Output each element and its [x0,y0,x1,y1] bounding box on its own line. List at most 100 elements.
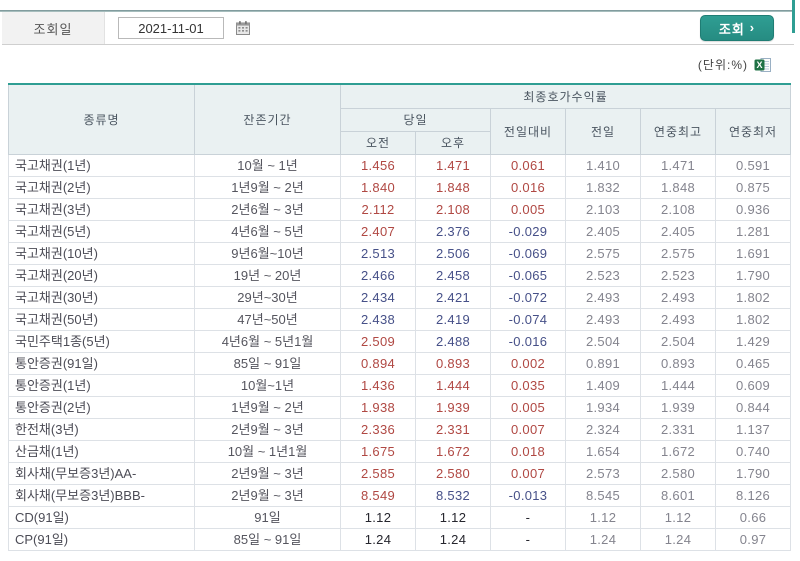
yield-table-body: 국고채권(1년) 10월 ~ 1년 1.456 1.471 0.061 1.410 1.47… [8,153,792,551]
year-low-cell: 1.691 [714,241,792,265]
pm-yield-cell: 1.444 [415,373,491,397]
query-date-field [118,17,251,39]
year-high-cell: 8.601 [640,483,716,507]
remaining-period-cell: 2년9월 ~ 3년 [194,483,341,507]
year-low-cell: 1.790 [714,263,792,287]
pm-yield-cell: 1.12 [415,505,491,529]
vs-prev-cell: 0.061 [490,153,566,177]
year-high-cell: 1.672 [640,439,716,463]
am-yield-cell: 2.434 [340,285,416,309]
prev-yield-cell: 1.410 [565,153,641,177]
vs-prev-cell: 0.018 [490,439,566,463]
bond-name-cell: 국고채권(30년) [8,285,195,309]
prev-yield-cell: 1.409 [565,373,641,397]
remaining-period-cell: 9년6월~10년 [194,241,341,265]
prev-yield-cell: 2.493 [565,307,641,331]
year-high-cell: 2.405 [640,219,716,243]
query-date-input[interactable] [118,17,224,39]
remaining-period-cell: 4년6월 ~ 5년1월 [194,329,341,353]
bond-name-cell: 국고채권(5년) [8,219,195,243]
year-low-cell: 1.137 [714,417,792,441]
pm-yield-cell: 1.848 [415,175,491,199]
yield-row: 통안증권(2년) 1년9월 ~ 2년 1.938 1.939 0.005 1.934 1.9… [8,395,792,419]
bond-yield-page: 조회일 조회 › (단위:%) [0,0,800,561]
yield-row: 한전채(3년) 2년9월 ~ 3년 2.336 2.331 0.007 2.324 2.33… [8,417,792,441]
vs-prev-cell: 0.016 [490,175,566,199]
yield-row: 국민주택1종(5년) 4년6월 ~ 5년1월 2.509 2.488 -0.016 2.5… [8,329,792,353]
vs-prev-cell: 0.002 [490,351,566,375]
prev-yield-cell: 2.573 [565,461,641,485]
prev-yield-cell: 2.103 [565,197,641,221]
query-date-label: 조회일 [2,12,105,44]
am-yield-cell: 2.336 [340,417,416,441]
year-low-cell: 0.465 [714,351,792,375]
bond-name-cell: 산금채(1년) [8,439,195,463]
bond-name-cell: 통안증권(91일) [8,351,195,375]
year-high-cell: 1.471 [640,153,716,177]
search-button[interactable]: 조회 › [700,15,774,41]
remaining-period-cell: 10월 ~ 1년 [194,153,341,177]
am-yield-cell: 8.549 [340,483,416,507]
vs-prev-cell: -0.029 [490,219,566,243]
remaining-period-cell: 19년 ~ 20년 [194,263,341,287]
prev-yield-cell: 1.12 [565,505,641,529]
unit-label: (단위:%) [697,58,748,72]
vs-prev-cell: 0.007 [490,461,566,485]
col-header-am: 오전 [340,130,416,155]
pm-yield-cell: 2.331 [415,417,491,441]
year-high-cell: 2.493 [640,307,716,331]
prev-yield-cell: 1.832 [565,175,641,199]
remaining-period-cell: 4년6월 ~ 5년 [194,219,341,243]
unit-row: (단위:%) X [698,56,772,73]
year-low-cell: 0.844 [714,395,792,419]
yield-row: 국고채권(3년) 2년6월 ~ 3년 2.112 2.108 0.005 2.103 2.1… [8,197,792,221]
year-high-cell: 2.108 [640,197,716,221]
chevron-right-icon: › [749,20,756,35]
year-low-cell: 1.281 [714,219,792,243]
prev-yield-cell: 2.324 [565,417,641,441]
year-low-cell: 0.97 [714,527,792,551]
yield-row: 국고채권(10년) 9년6월~10년 2.513 2.506 -0.069 2.575 2.… [8,241,792,265]
pm-yield-cell: 1.24 [415,527,491,551]
vs-prev-cell: 0.005 [490,197,566,221]
pm-yield-cell: 2.458 [415,263,491,287]
year-low-cell: 1.802 [714,307,792,331]
remaining-period-cell: 1년9월 ~ 2년 [194,175,341,199]
pm-yield-cell: 1.471 [415,153,491,177]
pm-yield-cell: 2.376 [415,219,491,243]
year-low-cell: 0.936 [714,197,792,221]
year-low-cell: 1.802 [714,285,792,309]
prev-yield-cell: 1.654 [565,439,641,463]
col-header-period: 잔존기간 [194,84,341,155]
vs-prev-cell: -0.072 [490,285,566,309]
vs-prev-cell: -0.065 [490,263,566,287]
year-low-cell: 1.429 [714,329,792,353]
am-yield-cell: 1.840 [340,175,416,199]
prev-yield-cell: 2.504 [565,329,641,353]
bond-name-cell: 회사채(무보증3년)BBB- [8,483,195,507]
am-yield-cell: 2.585 [340,461,416,485]
vs-prev-cell: -0.013 [490,483,566,507]
year-high-cell: 1.939 [640,395,716,419]
calendar-icon[interactable] [235,20,251,36]
bond-name-cell: 국고채권(50년) [8,307,195,331]
year-high-cell: 2.504 [640,329,716,353]
col-header-today: 당일 [340,107,491,132]
excel-download-icon[interactable]: X [754,57,772,73]
pm-yield-cell: 2.421 [415,285,491,309]
vs-prev-cell: 0.007 [490,417,566,441]
remaining-period-cell: 2년9월 ~ 3년 [194,461,341,485]
pm-yield-cell: 1.939 [415,395,491,419]
pm-yield-cell: 1.672 [415,439,491,463]
pm-yield-cell: 0.893 [415,351,491,375]
yield-row: 국고채권(50년) 47년~50년 2.438 2.419 -0.074 2.493 2.4… [8,307,792,331]
am-yield-cell: 1.456 [340,153,416,177]
yield-row: 회사채(무보증3년)AA- 2년9월 ~ 3년 2.585 2.580 0.007 2.5… [8,461,792,485]
year-high-cell: 1.12 [640,505,716,529]
am-yield-cell: 1.12 [340,505,416,529]
year-low-cell: 0.591 [714,153,792,177]
bond-name-cell: 국민주택1종(5년) [8,329,195,353]
yield-row: 국고채권(2년) 1년9월 ~ 2년 1.840 1.848 0.016 1.832 1.8… [8,175,792,199]
remaining-period-cell: 85일 ~ 91일 [194,527,341,551]
am-yield-cell: 2.466 [340,263,416,287]
